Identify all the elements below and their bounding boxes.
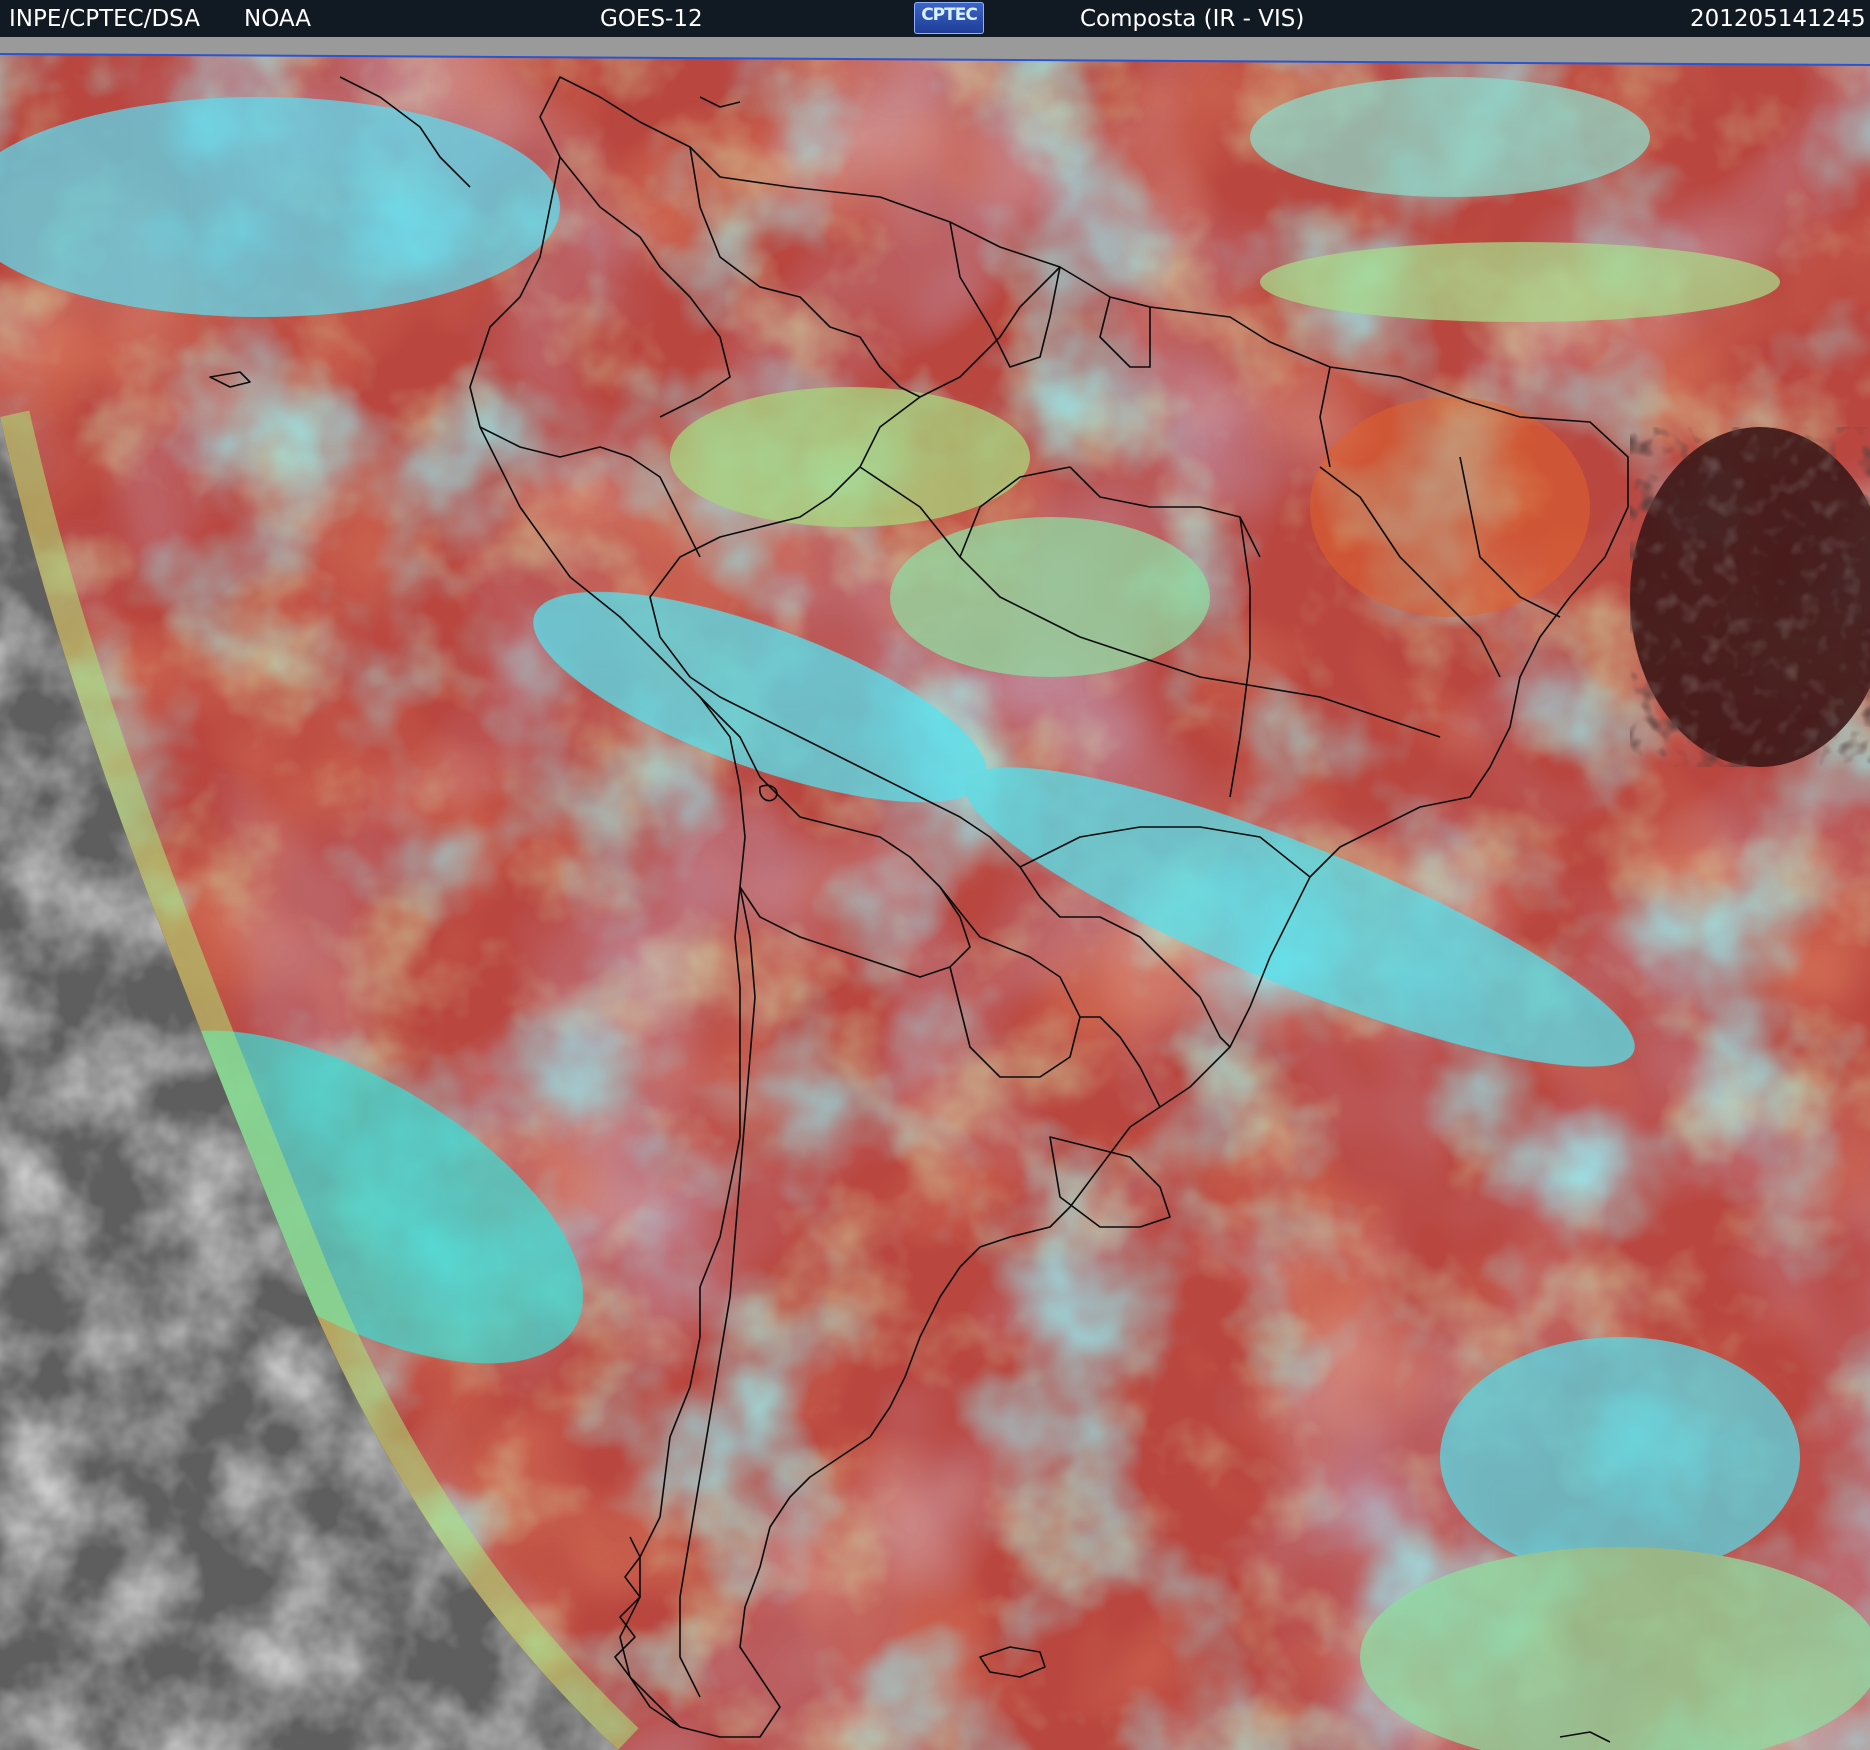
- satellite-label: GOES-12: [600, 6, 703, 32]
- logo-text: CPTEC: [921, 5, 978, 25]
- satellite-map: [0, 37, 1870, 1750]
- ne-brazil-warm: [1310, 397, 1590, 617]
- agency-label: INPE/CPTEC/DSA: [9, 6, 200, 32]
- cptec-logo: CPTEC: [914, 2, 984, 34]
- product-label: Composta (IR - VIS): [1080, 6, 1305, 32]
- timestamp-label: 201205141245: [1690, 6, 1866, 32]
- source-label: NOAA: [244, 6, 312, 32]
- header-bar: INPE/CPTEC/DSA NOAA GOES-12 CPTEC Compos…: [0, 0, 1870, 37]
- satellite-image: [0, 37, 1870, 1750]
